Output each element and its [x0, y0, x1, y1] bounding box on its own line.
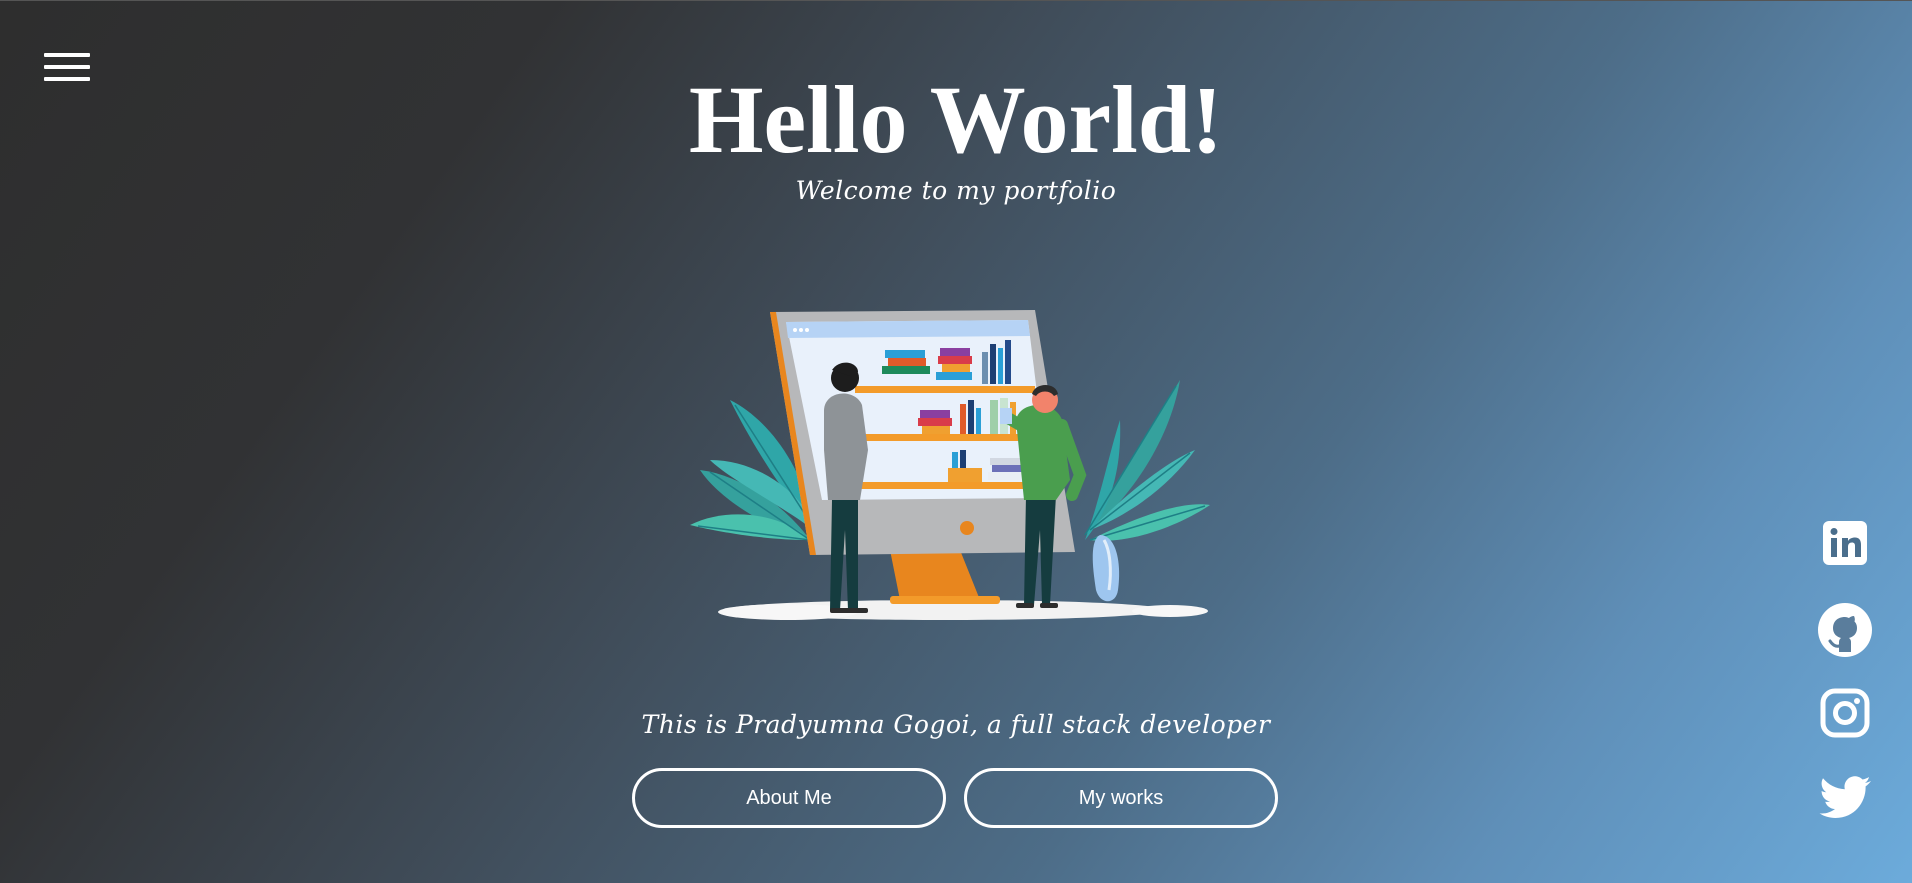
page-subtitle: Welcome to my portfolio: [795, 176, 1117, 205]
my-works-button[interactable]: My works: [964, 768, 1278, 828]
menu-bar: [44, 53, 90, 57]
linkedin-icon[interactable]: [1815, 513, 1875, 573]
twitter-icon[interactable]: [1815, 769, 1875, 829]
top-border: [0, 0, 1912, 1]
instagram-icon[interactable]: [1815, 683, 1875, 743]
intro-tagline: This is Pradyumna Gogoi, a full stack de…: [641, 710, 1271, 739]
page-title: Hello World!: [688, 66, 1224, 173]
hero-illustration: [690, 310, 1210, 620]
github-icon[interactable]: [1815, 600, 1875, 660]
about-me-button[interactable]: About Me: [632, 768, 946, 828]
